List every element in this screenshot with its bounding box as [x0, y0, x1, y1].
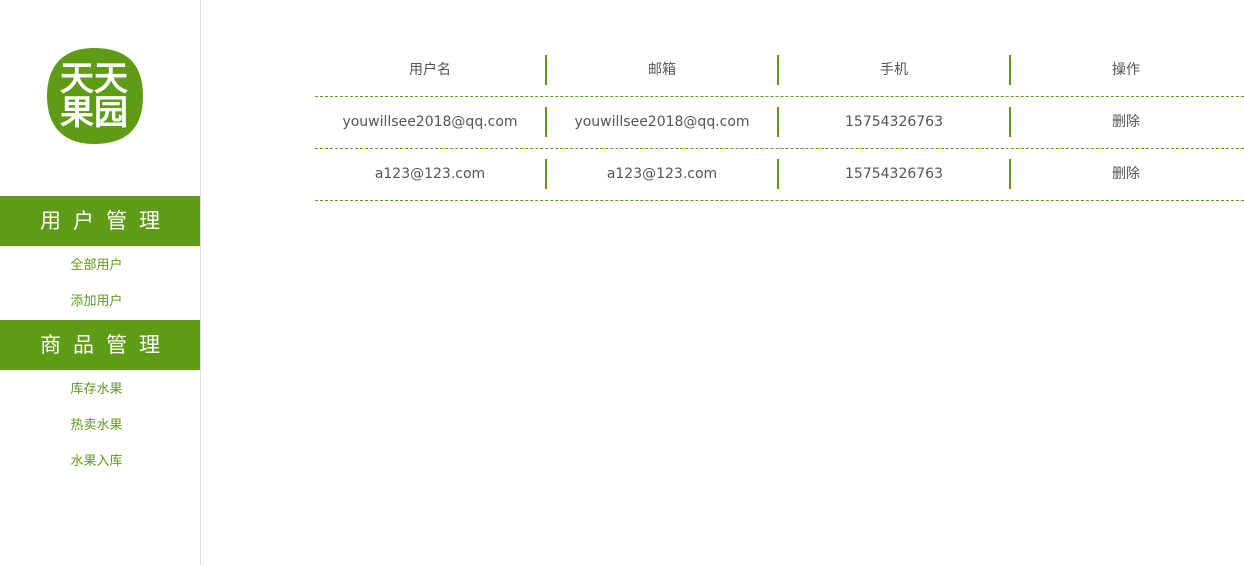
- user-table: 用户名 邮箱 手机 操作 youwillsee2018@qq.com youwi…: [315, 45, 1244, 201]
- phone-cell: 15754326763: [845, 114, 943, 130]
- username-cell: youwillsee2018@qq.com: [342, 114, 518, 130]
- sidebar-item-hot-fruit[interactable]: 热卖水果: [0, 416, 193, 436]
- column-header-phone: 手机: [880, 62, 908, 78]
- tiantian-guoyuan-logo[interactable]: 天天 果园: [45, 46, 144, 145]
- table-row: a123@123.com a123@123.com 15754326763 删除: [315, 149, 1244, 201]
- sidebar-item-stock-fruit[interactable]: 库存水果: [0, 380, 193, 400]
- table-row: youwillsee2018@qq.com youwillsee2018@qq.…: [315, 97, 1244, 149]
- username-cell: a123@123.com: [374, 166, 486, 182]
- logo-text-line2: 果园: [60, 93, 128, 133]
- email-cell: youwillsee2018@qq.com: [574, 114, 750, 130]
- sidebar-item-add-user[interactable]: 添加用户: [0, 292, 193, 312]
- phone-cell: 15754326763: [845, 166, 943, 182]
- column-header-email: 邮箱: [648, 62, 676, 78]
- sidebar-item-fruit-stock-in[interactable]: 水果入库: [0, 452, 193, 472]
- column-header-username: 用户名: [409, 62, 451, 78]
- sidebar-item-all-users[interactable]: 全部用户: [0, 256, 193, 276]
- menu-header-user-management[interactable]: 用户管理: [0, 196, 200, 246]
- menu-header-product-management[interactable]: 商品管理: [0, 320, 200, 370]
- sidebar: 天天 果园 用户管理 全部用户 添加用户 商品管理 库存水果 热卖水果 水果入库: [0, 0, 201, 565]
- delete-button[interactable]: 删除: [1011, 97, 1241, 148]
- delete-button[interactable]: 删除: [1011, 149, 1241, 200]
- column-header-actions: 操作: [1112, 62, 1140, 78]
- email-cell: a123@123.com: [606, 166, 718, 182]
- table-header-row: 用户名 邮箱 手机 操作: [315, 45, 1244, 97]
